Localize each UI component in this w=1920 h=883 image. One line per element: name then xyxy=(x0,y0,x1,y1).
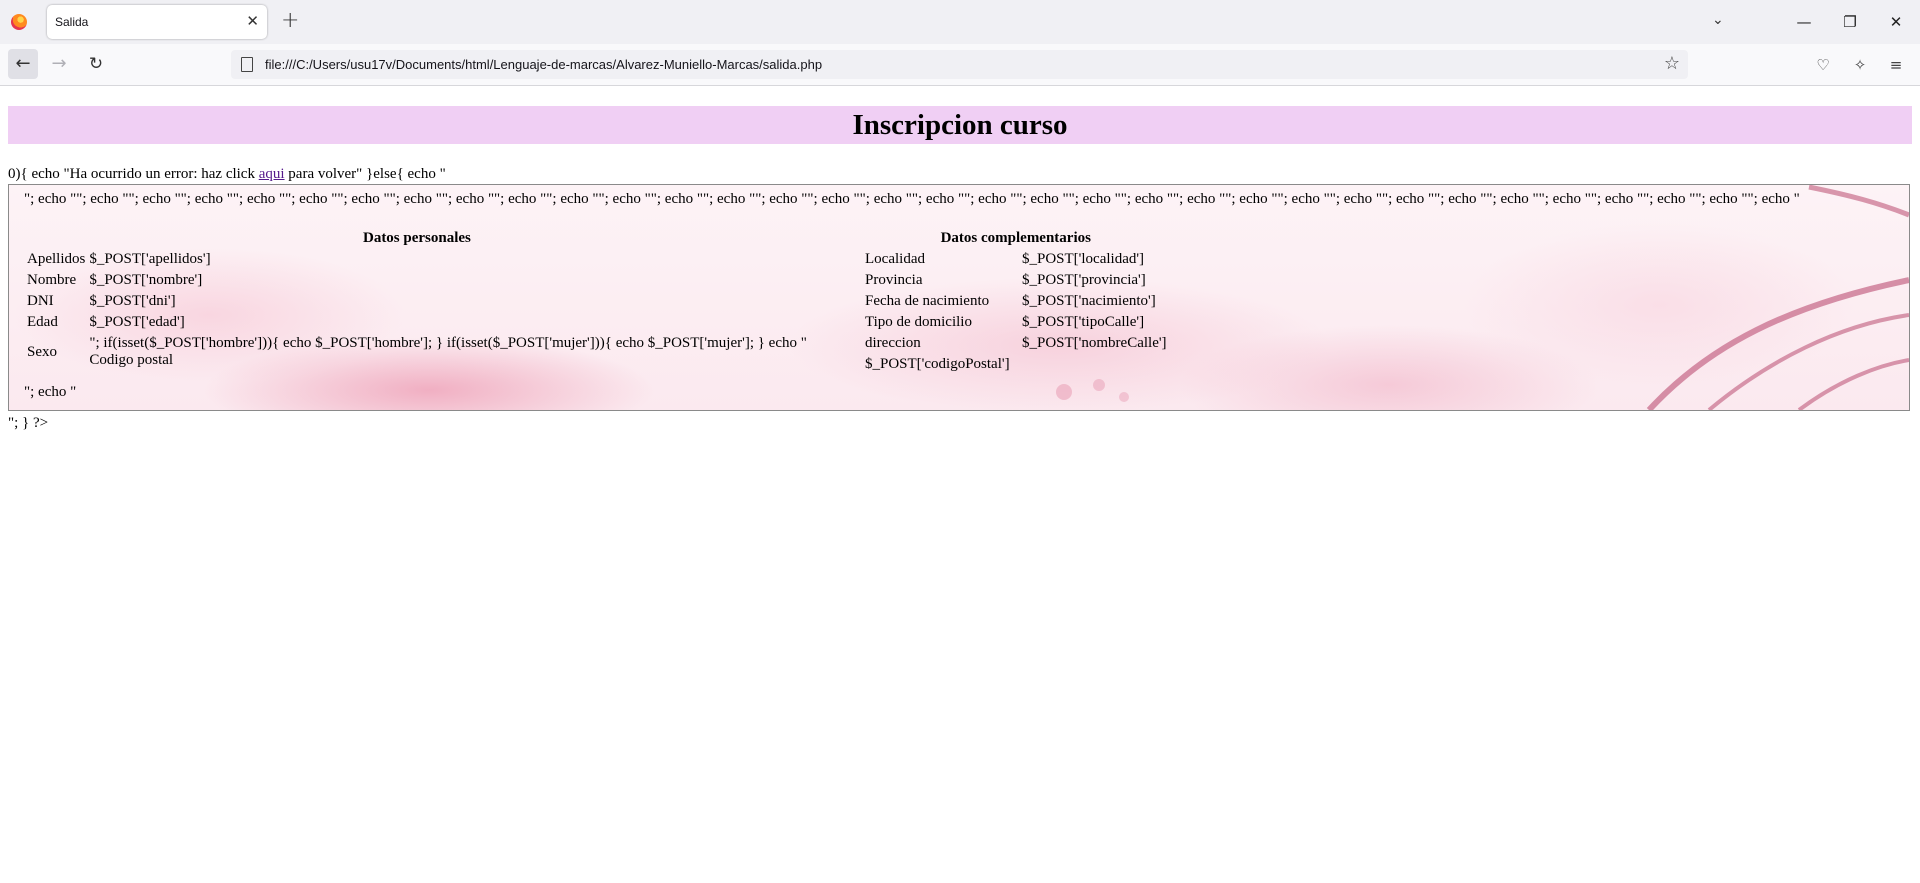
error-line: 0){ echo "Ha ocurrido un error: haz clic… xyxy=(8,166,446,183)
codigo-postal-label: Codigo postal xyxy=(89,352,174,368)
url-text[interactable]: file:///C:/Users/usu17v/Documents/html/L… xyxy=(265,57,822,72)
reload-icon[interactable]: ↻ xyxy=(81,49,111,79)
table-row: Nombre $_POST['nombre'] xyxy=(26,271,808,290)
row-label: direccion xyxy=(865,335,921,351)
row-label: Nombre xyxy=(27,272,77,288)
forward-arrow-icon[interactable]: → xyxy=(44,49,74,79)
row-value: $_POST['dni'] xyxy=(89,293,176,309)
row-value: $_POST['tipoCalle'] xyxy=(1022,314,1145,330)
row-label: Fecha de nacimiento xyxy=(865,293,990,309)
row-label: DNI xyxy=(27,293,54,309)
error-text-after: para volver" }else{ echo " xyxy=(284,166,446,182)
row-value: $_POST['apellidos'] xyxy=(89,251,211,267)
row-value: $_POST['edad'] xyxy=(89,314,185,330)
tab-title: Salida xyxy=(55,15,89,29)
table-row: Localidad $_POST['localidad'] xyxy=(864,250,1168,269)
footer-line: "; } ?> xyxy=(8,415,49,431)
page-icon xyxy=(241,57,253,72)
panel-end-text: "; echo " xyxy=(24,384,77,400)
pocket-icon[interactable]: ♡ xyxy=(1813,56,1833,74)
row-label: Sexo xyxy=(27,343,57,360)
minimize-icon[interactable]: — xyxy=(1781,8,1827,36)
sexo-code: "; if(isset($_POST['hombre'])){ echo $_P… xyxy=(89,335,807,351)
tab-close-icon[interactable]: ✕ xyxy=(246,12,259,30)
row-value: $_POST['localidad'] xyxy=(1022,251,1145,267)
close-window-icon[interactable]: ✕ xyxy=(1873,8,1919,36)
table-row: Provincia $_POST['provincia'] xyxy=(864,271,1168,290)
error-text-before: 0){ echo "Ha ocurrido un error: haz clic… xyxy=(8,166,259,182)
back-arrow-icon[interactable]: ← xyxy=(8,49,38,79)
table-row: Fecha de nacimiento $_POST['nacimiento'] xyxy=(864,292,1168,311)
complementary-data-table: Datos complementarios Localidad $_POST['… xyxy=(862,227,1170,376)
extensions-icon[interactable]: ✧ xyxy=(1850,56,1870,74)
table-row: Sexo "; if(isset($_POST['hombre'])){ ech… xyxy=(26,334,808,370)
row-value: $_POST['nacimiento'] xyxy=(1022,293,1156,309)
row-value: "; if(isset($_POST['hombre'])){ echo $_P… xyxy=(88,334,808,370)
row-label: Apellidos xyxy=(27,251,86,267)
row-value: $_POST['provincia'] xyxy=(1022,272,1146,288)
row-value xyxy=(1021,355,1168,374)
firefox-logo-icon[interactable] xyxy=(11,14,27,30)
page-content: Inscripcion curso 0){ echo "Ha ocurrido … xyxy=(0,86,1920,883)
restore-icon[interactable]: ❐ xyxy=(1827,8,1873,36)
tab-strip: Salida ✕ + ⌄ — ❐ ✕ xyxy=(0,0,1920,44)
tab-salida[interactable]: Salida ✕ xyxy=(47,5,267,39)
tab-list-chevron-icon[interactable]: ⌄ xyxy=(1712,12,1724,28)
table-row: direccion $_POST['nombreCalle'] xyxy=(864,334,1168,353)
back-link[interactable]: aqui xyxy=(259,166,285,182)
table-row: DNI $_POST['dni'] xyxy=(26,292,808,311)
table-row: Tipo de domicilio $_POST['tipoCalle'] xyxy=(864,313,1168,332)
complementary-data-title: Datos complementarios xyxy=(940,230,1091,246)
row-label: Tipo de domicilio xyxy=(865,314,972,330)
row-label: Localidad xyxy=(865,251,925,267)
menu-icon[interactable]: ≡ xyxy=(1886,56,1906,74)
table-row: $_POST['codigoPostal'] xyxy=(864,355,1168,374)
personal-data-title: Datos personales xyxy=(362,230,471,246)
form-summary-panel: "; echo ""; echo ""; echo ""; echo ""; e… xyxy=(8,184,1910,411)
table-row: Apellidos $_POST['apellidos'] xyxy=(26,250,808,269)
personal-data-table: Datos personales Apellidos $_POST['apell… xyxy=(24,227,810,372)
address-bar[interactable]: file:///C:/Users/usu17v/Documents/html/L… xyxy=(231,50,1688,79)
row-value: $_POST['nombreCalle'] xyxy=(1022,335,1167,351)
navigation-toolbar: ← → ↻ file:///C:/Users/usu17v/Documents/… xyxy=(0,44,1920,86)
new-tab-icon[interactable]: + xyxy=(281,9,299,33)
row-label: Provincia xyxy=(865,272,923,288)
row-label: $_POST['codigoPostal'] xyxy=(865,356,1010,372)
bookmark-star-icon[interactable]: ☆ xyxy=(1664,53,1680,74)
table-row: Edad $_POST['edad'] xyxy=(26,313,808,332)
echo-text: "; echo ""; echo ""; echo ""; echo ""; e… xyxy=(24,191,1800,207)
row-label: Edad xyxy=(27,314,58,330)
row-value: $_POST['nombre'] xyxy=(89,272,203,288)
page-title: Inscripcion curso xyxy=(8,106,1912,144)
